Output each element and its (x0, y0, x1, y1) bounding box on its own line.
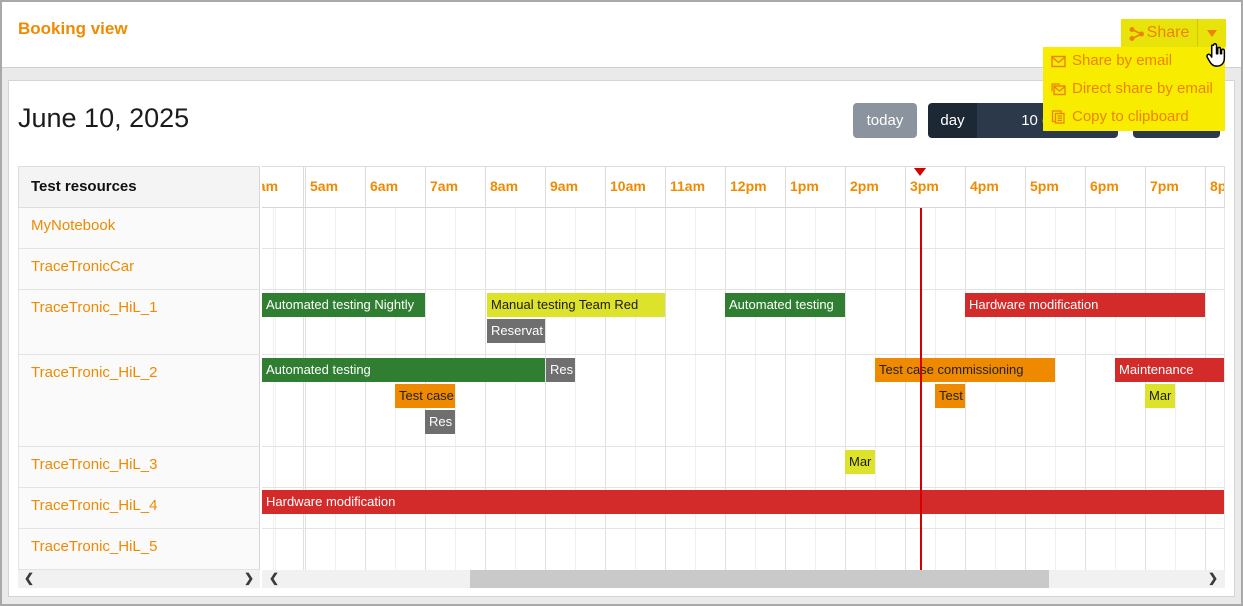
page-title: Booking view (18, 19, 128, 39)
event-bar[interactable]: Mar (1145, 384, 1175, 408)
resource-label: TraceTronic_HiL_1 (31, 299, 157, 316)
hour-label: 10am (610, 178, 646, 194)
current-date-title: June 10, 2025 (18, 103, 189, 134)
resource-label: TraceTronic_HiL_2 (31, 364, 157, 381)
event-bar[interactable]: Automated testing Nightly (262, 293, 425, 317)
timeline-hours-header: 4am 5am 6am 7am 8am 9am 10am 11am 12pm 1… (262, 166, 1225, 208)
hour-label: 7pm (1150, 178, 1179, 194)
hour-label: 9am (550, 178, 578, 194)
scroll-right-arrow-icon[interactable]: ❯ (244, 571, 254, 585)
email-icon (1051, 55, 1066, 68)
event-bar[interactable]: Test (935, 384, 965, 408)
event-bar[interactable]: Reservat (487, 319, 545, 343)
timeline-row-hil4[interactable]: Hardware modification (262, 488, 1224, 529)
hour-label: 11am (670, 178, 705, 194)
timeline-row-hil2[interactable]: Automated testing Res Test case Res Test… (262, 355, 1224, 447)
today-button[interactable]: today (853, 103, 917, 138)
resource-label: MyNotebook (31, 217, 115, 234)
menu-item-direct-share-by-email[interactable]: Direct share by email (1043, 75, 1225, 103)
timeline-row-hil3[interactable]: Mar (262, 447, 1224, 488)
resource-row-hil3: TraceTronic_HiL_3 (19, 447, 260, 488)
event-bar[interactable]: Test case commissioning (875, 358, 1055, 382)
menu-item-label: Share by email (1072, 52, 1172, 69)
resource-row-hil2: TraceTronic_HiL_2 (19, 355, 260, 447)
hour-label: 8pm (1210, 178, 1225, 194)
event-bar[interactable]: Automated testing (262, 358, 545, 382)
share-button[interactable]: Share (1121, 19, 1197, 47)
share-button-label: Share (1147, 24, 1190, 41)
event-bar[interactable]: Manual testing Team Red (487, 293, 665, 317)
scroll-left-arrow-icon[interactable]: ❮ (269, 571, 279, 585)
event-bar[interactable]: Mar (845, 450, 875, 474)
hour-label: 7am (430, 178, 458, 194)
chevron-down-icon (1207, 30, 1217, 37)
view-day-button[interactable]: day (928, 103, 977, 138)
hour-label: 5pm (1030, 178, 1059, 194)
resource-row-hil4: TraceTronic_HiL_4 (19, 488, 260, 529)
timeline-scrollbar[interactable]: ❮ ❯ (262, 570, 1225, 588)
hour-label: 2pm (850, 178, 879, 194)
resources-column: MyNotebook TraceTronicCar TraceTronic_Hi… (18, 208, 260, 570)
event-bar[interactable]: Automated testing (725, 293, 845, 317)
resource-label: TraceTronicCar (31, 258, 134, 275)
hour-label: 8am (490, 178, 518, 194)
hour-label: 1pm (790, 178, 819, 194)
resource-row-hil5: TraceTronic_HiL_5 (19, 529, 260, 570)
event-bar[interactable]: Hardware modification (262, 490, 1225, 514)
hour-label: 6am (370, 178, 398, 194)
clipboard-icon (1051, 110, 1066, 124)
scrollbar-thumb[interactable] (470, 570, 1049, 588)
event-bar[interactable]: Res (546, 358, 575, 382)
menu-item-share-by-email[interactable]: Share by email (1043, 47, 1225, 75)
timeline-row-tracetroniccar[interactable] (262, 249, 1224, 290)
event-bar[interactable]: Res (425, 410, 455, 434)
hour-label: 6pm (1090, 178, 1119, 194)
event-bar[interactable]: Maintenance (1115, 358, 1225, 382)
event-bar[interactable]: Test case (395, 384, 455, 408)
resource-row-hil1: TraceTronic_HiL_1 (19, 290, 260, 355)
event-bar[interactable]: Hardware modification (965, 293, 1205, 317)
share-dropdown-toggle[interactable] (1197, 19, 1226, 47)
scroll-right-arrow-icon[interactable]: ❯ (1208, 571, 1218, 585)
hour-label: 12pm (730, 178, 767, 194)
resource-label: TraceTronic_HiL_4 (31, 497, 157, 514)
menu-item-label: Direct share by email (1072, 80, 1213, 97)
scroll-left-arrow-icon[interactable]: ❮ (24, 571, 34, 585)
share-icon (1129, 26, 1145, 42)
now-marker-triangle-icon (914, 168, 926, 176)
hour-label: 4am (262, 178, 278, 194)
timeline-row-mynotebook[interactable] (262, 208, 1224, 249)
timeline-row-hil5[interactable] (262, 529, 1224, 570)
resources-scrollbar[interactable]: ❮ ❯ (18, 570, 260, 588)
resource-label: TraceTronic_HiL_5 (31, 538, 157, 555)
resource-row-mynotebook: MyNotebook (19, 208, 260, 249)
menu-item-label: Copy to clipboard (1072, 108, 1189, 125)
resources-column-header: Test resources (18, 166, 260, 208)
timeline-row-hil1[interactable]: Automated testing Nightly Manual testing… (262, 290, 1224, 355)
share-dropdown-menu: Share by email Direct share by email Cop… (1043, 47, 1225, 131)
timeline-body: Automated testing Nightly Manual testing… (262, 208, 1225, 570)
hour-label: 4pm (970, 178, 999, 194)
direct-email-icon (1051, 83, 1066, 96)
resource-label: TraceTronic_HiL_3 (31, 456, 157, 473)
current-time-line (920, 208, 922, 570)
hour-label: 5am (310, 178, 338, 194)
hour-label: 3pm (910, 178, 939, 194)
menu-item-copy-to-clipboard[interactable]: Copy to clipboard (1043, 103, 1225, 131)
resource-row-tracetroniccar: TraceTronicCar (19, 249, 260, 290)
